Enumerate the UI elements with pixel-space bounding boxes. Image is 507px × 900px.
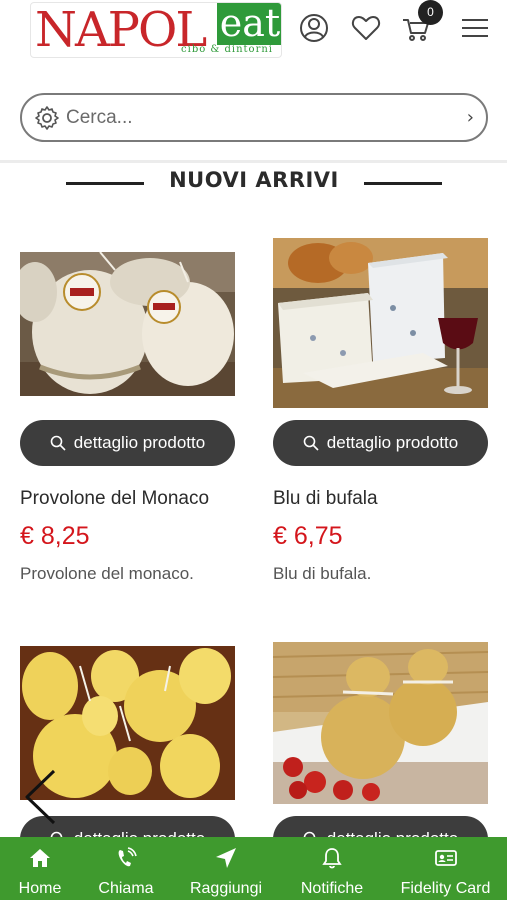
nav-item-raggiungi[interactable]: Raggiungi	[172, 837, 280, 900]
bottom-navigation: Home Chiama Raggiungi Notifiche Fidelity…	[0, 837, 507, 900]
nav-label: Chiama	[98, 880, 154, 897]
product-image-provolone[interactable]	[20, 252, 235, 396]
search-icon	[303, 435, 319, 451]
product-detail-button[interactable]: dettaglio prodotto	[273, 420, 488, 466]
product-card: dettaglio prodotto Blu di bufala € 6,75 …	[273, 238, 488, 583]
product-name[interactable]: Blu di bufala	[273, 488, 378, 510]
hamburger-menu-icon[interactable]	[459, 12, 491, 44]
nav-label: Home	[18, 880, 62, 897]
section-title: NUOVI ARRIVI	[169, 168, 339, 192]
detail-button-label: dettaglio prodotto	[73, 433, 206, 452]
detail-button-label: dettaglio prodotto	[326, 433, 459, 452]
nav-item-chiama[interactable]: Chiama	[80, 837, 172, 900]
nav-label: Notifiche	[300, 880, 364, 897]
divider	[0, 160, 507, 163]
user-icon[interactable]	[298, 12, 330, 44]
bell-icon	[322, 848, 342, 869]
nav-label: Fidelity Card	[400, 880, 491, 897]
section-header: NUOVI ARRIVI	[0, 168, 507, 198]
product-price: € 8,25	[20, 522, 90, 550]
product-detail-button[interactable]: dettaglio prodotto	[20, 420, 235, 466]
phone-icon	[118, 847, 137, 867]
nav-label: Raggiungi	[189, 880, 263, 897]
product-name[interactable]: Provolone del Monaco	[20, 488, 209, 510]
logo-text-napol: NAPOL	[35, 2, 207, 58]
id-card-icon	[434, 850, 457, 866]
header: NAPOL eat cibo & dintorni 0	[0, 0, 507, 70]
search-submit-chevron-icon[interactable]: ›	[467, 107, 474, 128]
nav-item-notifiche[interactable]: Notifiche	[280, 837, 384, 900]
product-description: Provolone del monaco.	[20, 564, 194, 583]
search-icon	[50, 435, 66, 451]
location-arrow-icon	[216, 848, 236, 868]
title-line-left	[66, 182, 144, 185]
product-image-scamorza[interactable]	[273, 642, 488, 804]
cart-count-badge: 0	[418, 0, 443, 25]
product-card: dettaglio prodotto Provolone del Monaco …	[20, 252, 235, 583]
product-card: dettaglio prodotto	[273, 642, 488, 862]
logo-tagline: cibo & dintorni	[181, 44, 273, 55]
product-description: Blu di bufala.	[273, 564, 372, 583]
heart-icon[interactable]	[350, 12, 382, 44]
carousel-prev-chevron-icon[interactable]	[22, 768, 62, 826]
search-bar[interactable]: ›	[20, 93, 488, 142]
logo[interactable]: NAPOL eat cibo & dintorni	[30, 2, 282, 58]
product-image-blu-di-bufala[interactable]	[273, 238, 488, 408]
home-icon	[30, 849, 50, 867]
logo-text-eat: eat	[219, 2, 281, 45]
nav-item-fidelity-card[interactable]: Fidelity Card	[384, 837, 507, 900]
gear-icon[interactable]	[34, 105, 60, 131]
product-price: € 6,75	[273, 522, 343, 550]
nav-item-home[interactable]: Home	[0, 837, 80, 900]
title-line-right	[364, 182, 442, 185]
search-input[interactable]	[66, 103, 446, 133]
